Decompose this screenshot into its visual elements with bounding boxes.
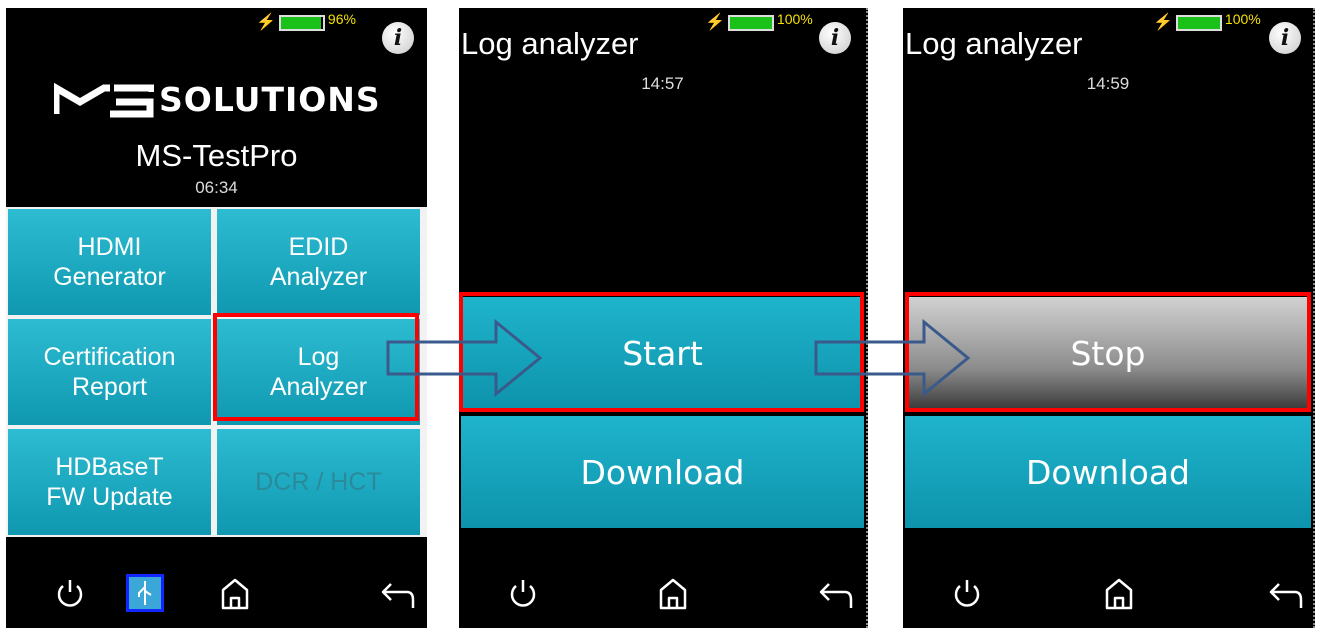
battery-percent: 100% (776, 11, 813, 27)
back-icon[interactable] (377, 574, 417, 614)
certification-report-tile[interactable]: Certification Report (8, 319, 211, 425)
power-icon[interactable] (947, 574, 987, 614)
page-title: Log analyzer (905, 26, 1083, 61)
bottom-navbar (903, 540, 1313, 628)
page-title: Log analyzer (461, 26, 639, 61)
battery-indicator: ⚡ 100% (1153, 11, 1261, 32)
battery-icon (727, 15, 774, 31)
charging-bolt-icon: ⚡ (256, 14, 276, 31)
hdbaset-fw-update-tile[interactable]: HDBaseT FW Update (8, 429, 211, 535)
home-icon[interactable] (1099, 574, 1139, 614)
battery-indicator: ⚡ 96% (256, 11, 356, 32)
download-button[interactable]: Download (461, 416, 864, 528)
battery-icon (278, 15, 325, 31)
download-button[interactable]: Download (905, 416, 1311, 528)
battery-percent: 100% (1224, 11, 1261, 27)
menu-grid: HDMI Generator EDID Analyzer Certificati… (6, 207, 427, 537)
battery-indicator: ⚡ 100% (705, 11, 813, 32)
edid-analyzer-tile[interactable]: EDID Analyzer (217, 209, 420, 315)
charging-bolt-icon: ⚡ (705, 14, 725, 31)
info-icon[interactable]: i (382, 22, 414, 54)
back-icon[interactable] (815, 574, 855, 614)
clock: 06:34 (195, 178, 238, 197)
flow-arrow-icon (386, 318, 543, 398)
back-icon[interactable] (1265, 574, 1305, 614)
home-icon[interactable] (215, 574, 255, 614)
bottom-navbar (459, 540, 866, 628)
clock: 14:57 (641, 74, 684, 93)
hdmi-generator-tile[interactable]: HDMI Generator (8, 209, 211, 315)
battery-icon (1175, 15, 1222, 31)
device-name: MS-TestPro (135, 138, 298, 173)
ms-solutions-logo: SOLUTIONS (52, 80, 384, 120)
flow-arrow-icon (814, 318, 971, 398)
dcr-hct-tile: DCR / HCT (217, 429, 420, 535)
power-icon[interactable] (503, 574, 543, 614)
battery-percent: 96% (327, 11, 356, 27)
info-icon[interactable]: i (819, 22, 851, 54)
logo-text: SOLUTIONS (159, 80, 381, 119)
info-icon[interactable]: i (1269, 22, 1301, 54)
charging-bolt-icon: ⚡ (1153, 14, 1173, 31)
power-icon[interactable] (50, 574, 90, 614)
ms-logo-mark-icon (52, 81, 156, 118)
home-icon[interactable] (653, 574, 693, 614)
bottom-navbar (6, 540, 427, 628)
usb-icon[interactable] (126, 574, 164, 612)
clock: 14:59 (1086, 74, 1130, 93)
main-menu-screen: ⚡ 96% i SOLUTIONS MS-TestPro 06:34 HDMI … (6, 8, 427, 628)
